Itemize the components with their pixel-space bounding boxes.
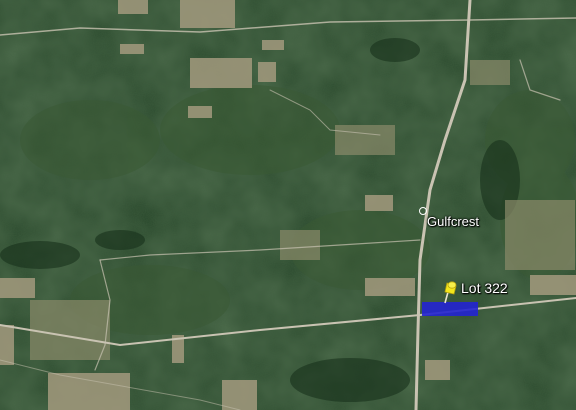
pushpin-icon[interactable] [443,280,459,304]
satellite-map[interactable]: Gulfcrest Lot 322 [0,0,576,410]
place-label: Gulfcrest [427,214,480,229]
place-marker-icon[interactable] [419,207,427,215]
satellite-imagery [0,0,576,410]
lot-label: Lot 322 [461,280,508,296]
lot-parcel[interactable] [422,302,478,316]
